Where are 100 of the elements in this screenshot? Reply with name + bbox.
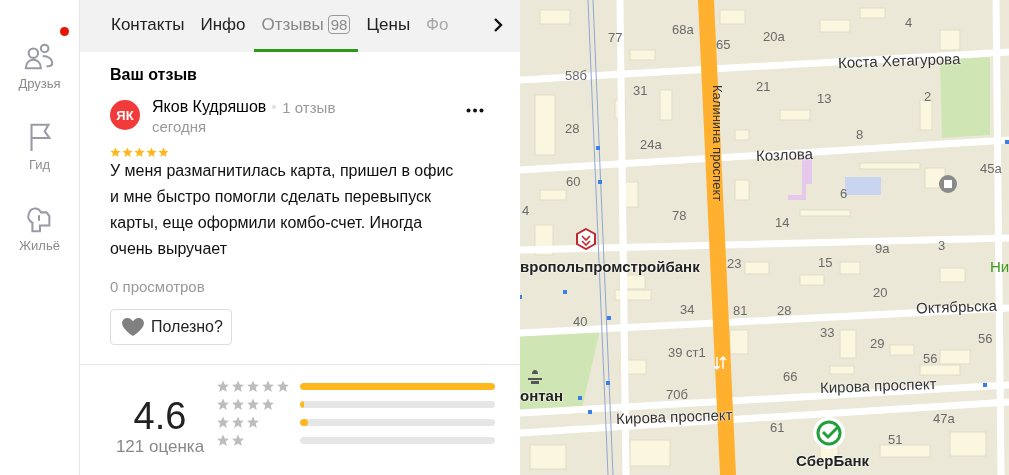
house-number: 3 [938, 238, 946, 253]
place-name: вропольпромстройбанк [520, 258, 700, 275]
street-name: Кирова проспект [819, 374, 937, 397]
section-heading: Ваш отзыв [110, 66, 197, 84]
star-icon [216, 415, 230, 429]
house-number: 56 [978, 331, 993, 346]
star-icon [216, 379, 230, 393]
house-number: 31 [633, 83, 648, 98]
transit-stop-icon[interactable] [596, 146, 600, 150]
two-way-arrows-icon [713, 356, 727, 370]
house-number: 81 [733, 303, 748, 318]
heart-icon [121, 317, 145, 337]
house-number: 66 [783, 369, 798, 384]
place-name: онтан [520, 387, 563, 404]
house-number: 4 [522, 203, 530, 218]
house-number: 56 [923, 351, 938, 366]
house-number: 39 ст1 [668, 345, 706, 360]
star-icon [261, 397, 275, 411]
chevron-right-icon[interactable] [492, 18, 504, 32]
rating-count: 121 оценка [115, 437, 205, 457]
street-name: Калинина проспект [710, 85, 725, 202]
house-number: 4 [905, 15, 913, 30]
rating-score: 4.6 [133, 395, 187, 437]
place-name: СберБанк [796, 452, 870, 469]
star-icon [276, 379, 290, 393]
building [845, 177, 881, 195]
avatar: ЯК [110, 100, 140, 130]
tab[interactable]: Цены [358, 0, 419, 52]
building [729, 329, 749, 355]
house-number: 40 [573, 314, 588, 329]
house-number: 14 [775, 215, 790, 230]
star-icon [231, 397, 245, 411]
place-name: Ни [990, 258, 1009, 275]
house-number: 24а [640, 137, 662, 152]
transit-stop-icon[interactable] [983, 383, 987, 387]
building [919, 364, 961, 376]
checkmark-logo-icon[interactable] [812, 416, 846, 450]
more-icon[interactable] [466, 108, 484, 113]
star-icon [246, 397, 260, 411]
building [939, 29, 961, 51]
bank-icon[interactable] [576, 228, 596, 250]
transit-stop-icon[interactable] [563, 290, 567, 294]
building [629, 439, 671, 467]
sidebar-item[interactable]: Гид [23, 121, 56, 172]
house-number: 6 [840, 186, 848, 201]
house-number: 60 [566, 174, 581, 189]
star-icon [231, 433, 245, 447]
house-number: 2 [924, 89, 932, 104]
house-number: 23 [727, 256, 742, 271]
sidebar-item[interactable]: Жильё [19, 202, 60, 253]
star-icon [231, 379, 245, 393]
author-review-count: 1 отзыв [282, 98, 336, 116]
house-number: 45а [980, 161, 1002, 176]
review-text: У меня размагнитилась карта, пришел в офис и мне быстро помогли сделать перевыпуск карты, еще оформили комбо-счет. Иногда очень выручает [110, 161, 455, 259]
star-icon [110, 147, 121, 158]
helpful-button[interactable]: Полезно? [110, 309, 232, 345]
street-name: Коста Хетагурова [837, 49, 961, 72]
house-number: 13 [817, 91, 832, 106]
house-number: 9а [875, 241, 890, 256]
view-count: 0 просмотров [110, 278, 205, 295]
star-icon [122, 147, 133, 158]
house-number: 77 [608, 30, 623, 45]
star-icon [216, 397, 230, 411]
building [939, 349, 971, 365]
house-number: 28 [565, 121, 580, 136]
house-number: 78 [672, 208, 687, 223]
sidebar-item[interactable]: Друзья [18, 40, 61, 91]
star-icon [146, 147, 157, 158]
star-icon [134, 147, 145, 158]
house-number: 51 [888, 432, 903, 447]
author-name[interactable]: Яков Кудряшов [152, 98, 267, 116]
house-number: 20 [873, 285, 888, 300]
house-number: 34 [680, 302, 695, 317]
transit-stop-icon[interactable] [578, 396, 582, 400]
house-number: 47а [933, 411, 955, 426]
house-number: 21 [756, 79, 771, 94]
star-icon [246, 379, 260, 393]
house-number: 70б [666, 387, 688, 402]
house-number: 58б [565, 68, 587, 83]
tab[interactable]: Контакты [103, 0, 193, 52]
star-icon [231, 415, 245, 429]
star-icon [261, 379, 275, 393]
house-number: 29 [870, 336, 885, 351]
house-number: 65 [716, 37, 731, 52]
star-icon [246, 415, 260, 429]
transit-stop-icon[interactable] [607, 316, 611, 320]
transit-stop-icon[interactable] [588, 410, 592, 414]
street-name: Октябрьска [915, 296, 998, 317]
house-number: 28 [777, 303, 792, 318]
review-date: сегодня [152, 118, 207, 135]
transit-stop-icon[interactable] [1005, 140, 1009, 144]
fountain-icon[interactable] [526, 368, 544, 384]
transit-stop-icon[interactable] [598, 180, 602, 184]
house-number: 68а [672, 22, 694, 37]
transit-stop-icon[interactable] [606, 381, 610, 385]
building-icon[interactable] [939, 175, 957, 193]
star-icon [158, 147, 169, 158]
house-number: 8 [856, 127, 864, 142]
house-number: 33 [820, 325, 835, 340]
tab[interactable]: Инфо [192, 0, 254, 52]
